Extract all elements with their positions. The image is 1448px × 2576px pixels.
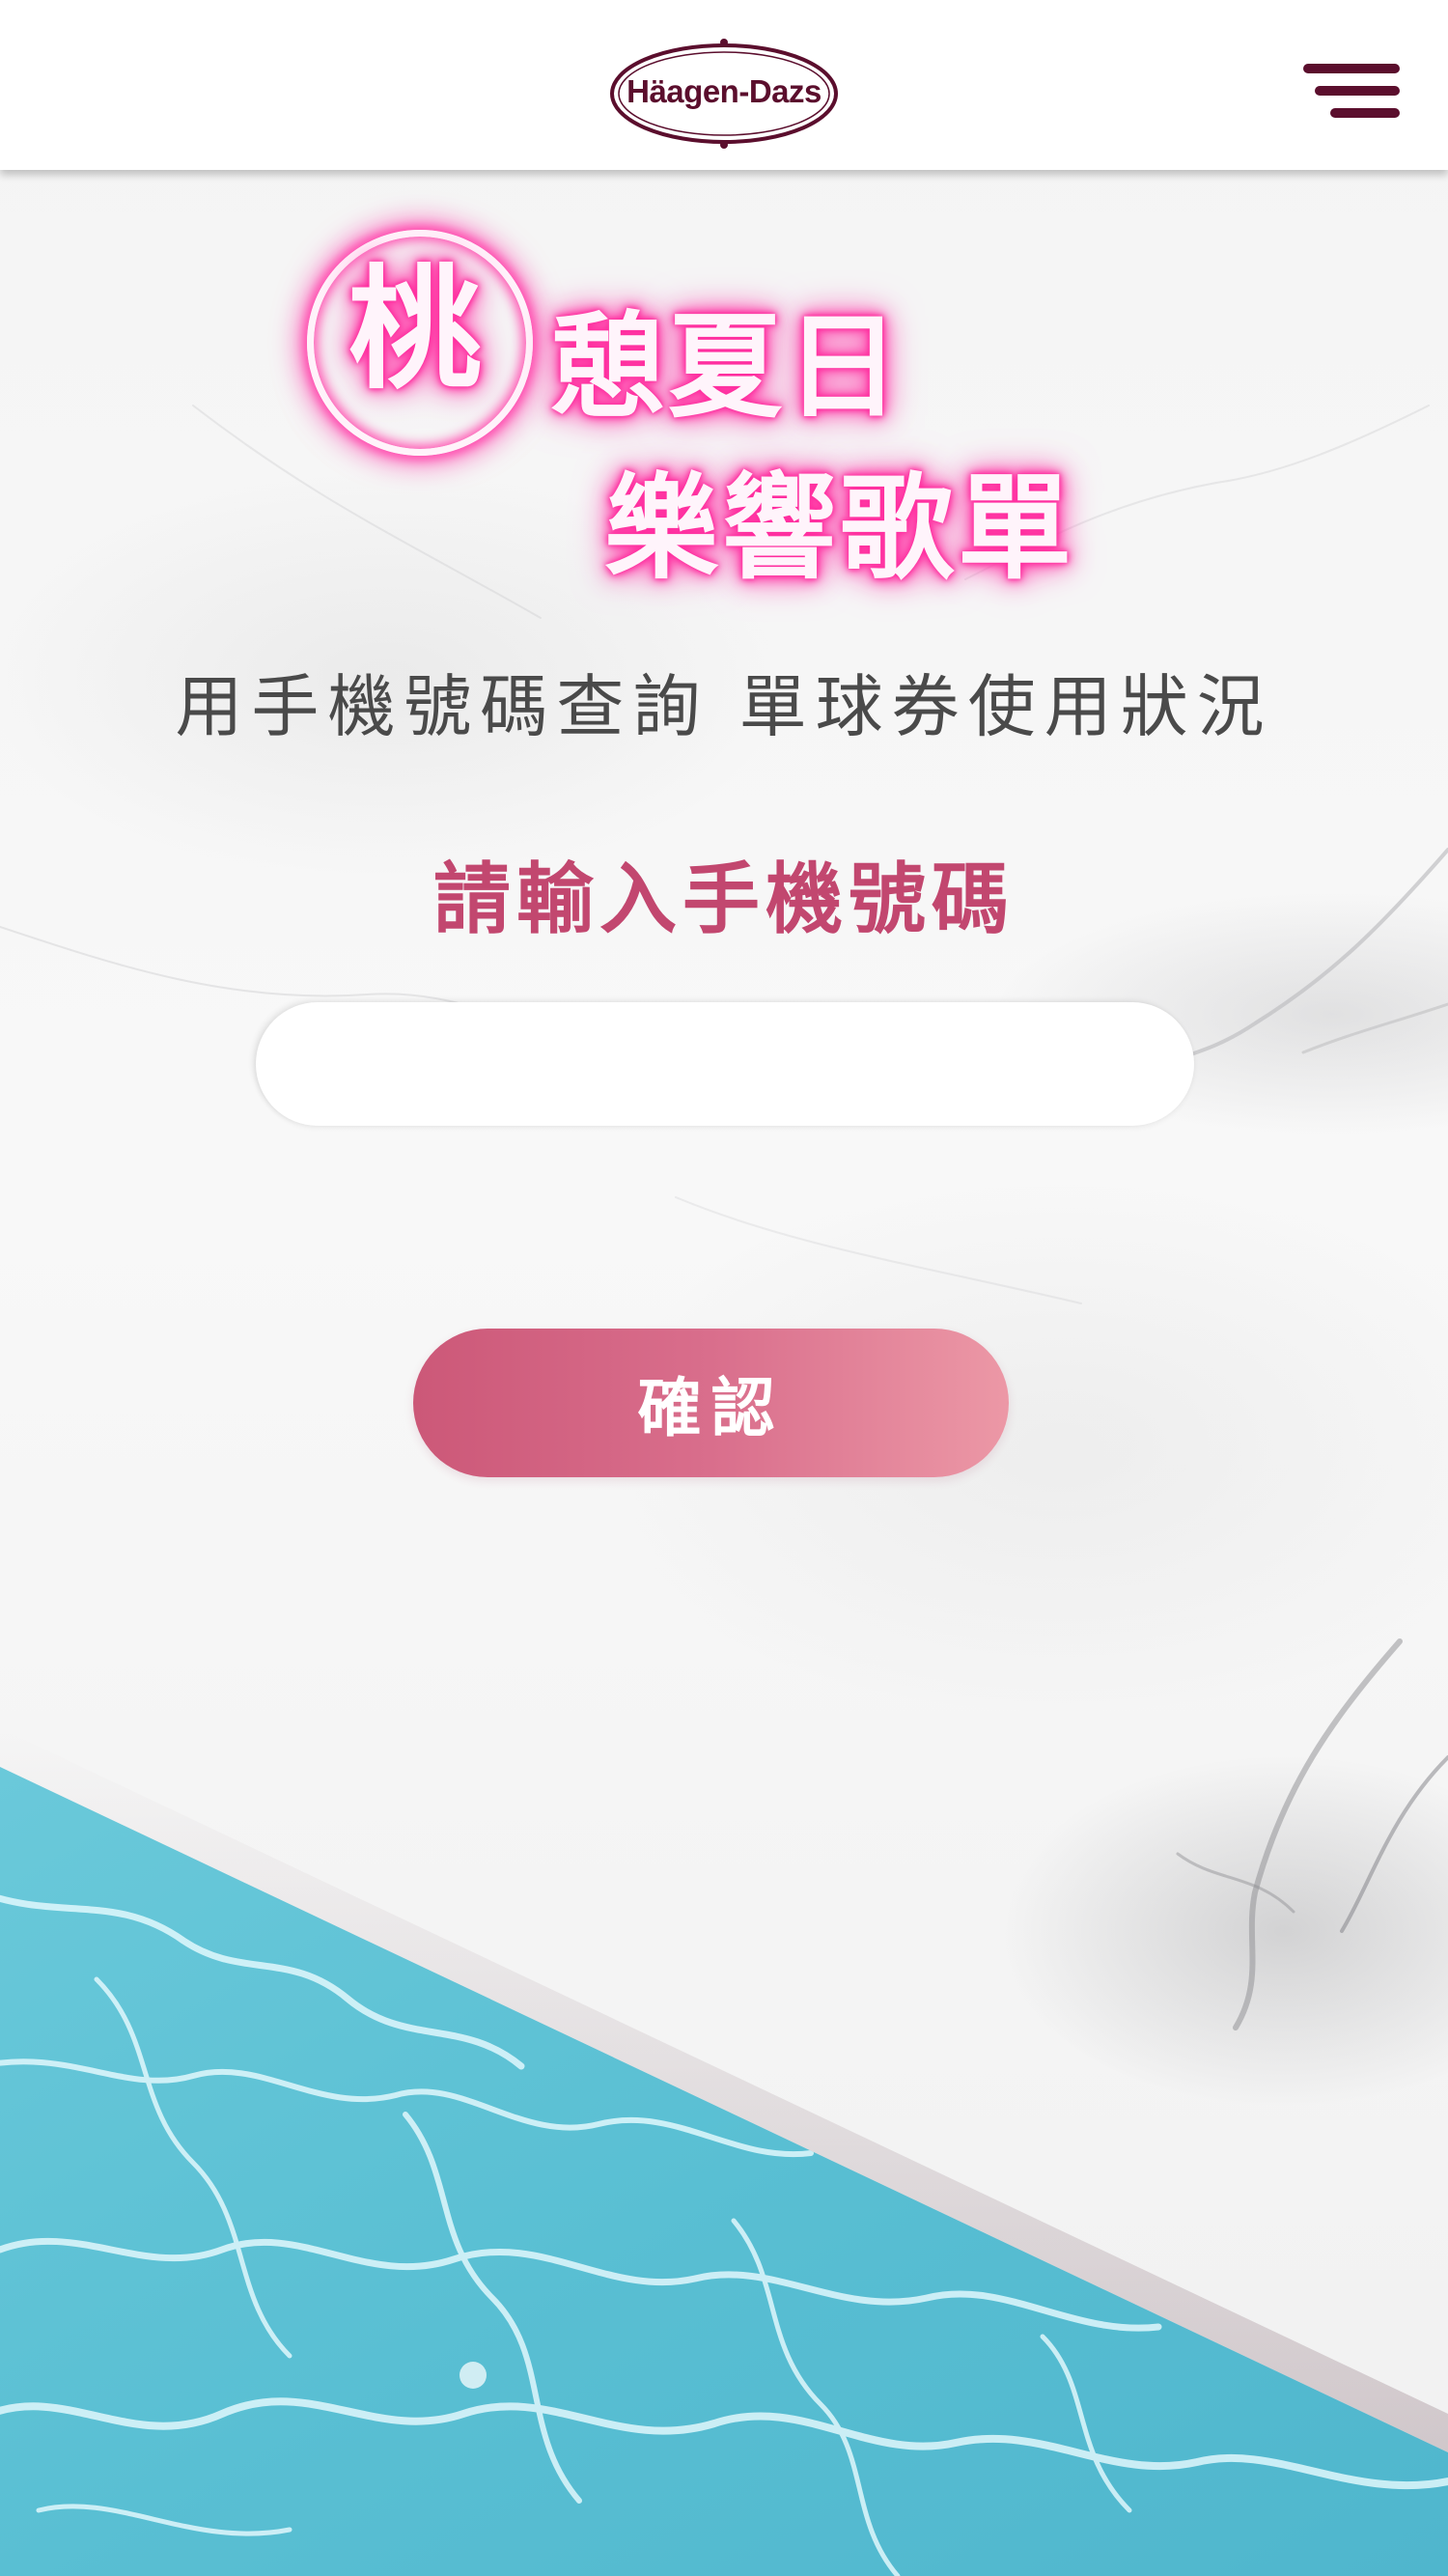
campaign-title-char: 桃 (348, 252, 482, 407)
confirm-button[interactable]: 確認 (413, 1329, 1009, 1477)
menu-line (1315, 86, 1400, 96)
menu-line (1330, 108, 1400, 118)
phone-number-input[interactable] (256, 1002, 1194, 1126)
top-header: Häagen-Dazs (0, 0, 1448, 170)
menu-line (1303, 64, 1400, 73)
haagen-dazs-logo[interactable]: Häagen-Dazs (606, 39, 842, 149)
phone-field-label: 請輸入手機號碼 (433, 854, 1015, 944)
hamburger-menu-icon[interactable] (1294, 56, 1407, 126)
page-subtitle: 用手機號碼查詢 單球券使用狀況 (175, 667, 1273, 746)
campaign-title-line2: 樂響歌單 (604, 462, 1076, 595)
logo-text: Häagen-Dazs (627, 73, 821, 109)
campaign-title-neon: 桃 憩夏日 樂響歌單 (290, 212, 1139, 599)
campaign-title-line1: 憩夏日 (550, 300, 905, 434)
